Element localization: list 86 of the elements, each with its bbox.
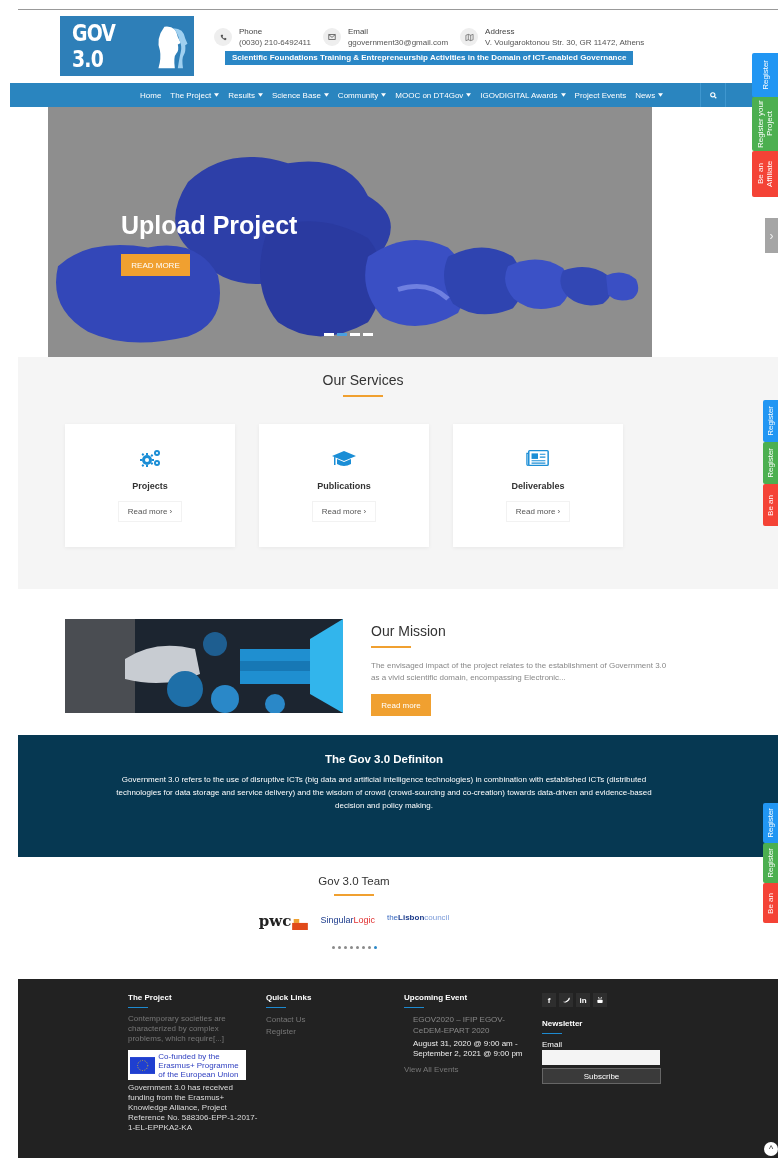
footer-heading: Upcoming Event	[404, 993, 468, 1002]
caret-icon	[323, 93, 329, 97]
logo[interactable]: GOV 3.0	[60, 16, 194, 76]
view-all-events-link[interactable]: View All Events	[404, 1065, 459, 1074]
contact-value: V. Voulgaroktonou Str. 30, GR 11472, Athens	[485, 38, 645, 47]
caret-icon	[466, 93, 472, 97]
subscribe-button[interactable]: Subscribe	[542, 1068, 661, 1084]
nav-item[interactable]: Results	[228, 90, 263, 100]
read-more-button[interactable]: READ MORE	[121, 254, 190, 276]
footer-heading: Quick Links	[266, 993, 312, 1002]
project-text: Contemporary societies are characterized by complex problems, which require[...]	[128, 1014, 227, 1044]
caret-icon	[257, 93, 263, 97]
contact-label: Address	[485, 27, 516, 36]
carousel-dot[interactable]	[349, 946, 353, 949]
carousel-dot[interactable]	[361, 946, 365, 949]
mission-text: The envisaged impact of the project relates to the establishment of Government 3.0 as a vivid scientific domain, encompassing Electronic...	[371, 660, 668, 684]
caret-icon	[658, 93, 664, 97]
section-title: Our Services	[322, 372, 404, 388]
read-more-button[interactable]: Read more	[371, 694, 431, 716]
section-title: Gov 3.0 Team	[318, 875, 390, 887]
read-more-link[interactable]: Read more ›	[505, 501, 571, 522]
partner-logo[interactable]: theLisboncouncil	[386, 913, 450, 922]
nav-item[interactable]: Science Base	[271, 90, 329, 100]
carousel-dot[interactable]	[337, 946, 341, 949]
caret-icon	[560, 93, 566, 97]
carousel-dot[interactable]	[331, 946, 335, 949]
gears-icon	[138, 448, 162, 468]
eu-logo: Co-funded by the Erasmus+ Programme of the European Union	[128, 1050, 246, 1080]
newspaper-icon	[526, 448, 550, 468]
side-tab[interactable]: Register	[763, 843, 778, 883]
slider-next-button[interactable]: ›	[765, 218, 778, 253]
card-title: Publications	[317, 481, 371, 491]
contact-value: ggovernment30@gmail.com	[347, 38, 449, 47]
card-title: Deliverables	[511, 481, 565, 491]
definition-text: Government 3.0 refers to the use of disruptive ICTs (big data and artificial intelligence technologies) in combination with established ICTs (distributed technologies for data storage and service delivery) and the wisdom of crowd (crowd-sourcing and co-creation) towards data-driven and evidence-based decision and policy making.	[115, 774, 653, 812]
carousel-dot[interactable]	[367, 946, 371, 949]
read-more-link[interactable]: Read more ›	[311, 501, 377, 522]
graduation-cap-icon	[331, 448, 357, 468]
nav-item[interactable]: News	[635, 90, 664, 100]
social-button[interactable]: in	[576, 993, 590, 1007]
email-input[interactable]	[542, 1050, 660, 1065]
side-tab[interactable]: Register	[763, 400, 778, 442]
caret-icon	[381, 93, 387, 97]
carousel-dot[interactable]	[355, 946, 359, 949]
partner-logo[interactable]: pwc	[258, 912, 309, 930]
card-title: Projects	[132, 481, 168, 491]
side-tab[interactable]: Register	[752, 53, 778, 97]
section-title: Our Mission	[371, 623, 446, 639]
phone-icon	[214, 28, 232, 46]
funding-text: Government 3.0 has received funding from the Erasmus+ Knowledge Alliance, Project Reference No. 588306-EPP-1-2017-1-EL-EPPKA2-KA	[128, 1083, 258, 1133]
side-tab[interactable]: Register	[763, 442, 778, 484]
footer-link[interactable]: Register	[266, 1026, 296, 1038]
contact-label: Email	[347, 27, 369, 36]
side-tab[interactable]: Be an Affiliate	[752, 151, 778, 197]
footer-heading: Newsletter	[542, 1019, 583, 1028]
carousel-dot[interactable]	[373, 946, 377, 949]
side-tab[interactable]: Be an	[763, 883, 778, 923]
envelope-icon	[322, 28, 341, 46]
social-button[interactable]: f	[542, 993, 556, 1007]
carousel-dot[interactable]	[343, 946, 347, 949]
tube-icon[interactable]	[593, 993, 607, 1007]
bird-icon[interactable]	[559, 993, 573, 1007]
caret-icon	[214, 93, 220, 97]
search-icon[interactable]	[700, 83, 726, 107]
field-label: Email	[542, 1040, 562, 1049]
map-icon	[460, 28, 479, 46]
tagline-banner: Scientific Foundations Training & Entrepreneurship Activities in the Domain of ICT-enabled Governance	[225, 51, 634, 65]
nav-item[interactable]: IGOvDIGITAL Awards	[480, 90, 566, 100]
read-more-link[interactable]: Read more ›	[117, 501, 183, 522]
side-tab[interactable]: Be an	[763, 484, 778, 526]
nav-item[interactable]: Community	[337, 90, 387, 100]
logo-text: GOV 3.0	[72, 20, 117, 72]
section-title: The Gov 3.0 Definiton	[324, 753, 444, 765]
nav-item[interactable]: Home	[140, 90, 162, 100]
event-link[interactable]: EGOV2020 – IFIP EGOV-CeDEM-EPART 2020	[413, 1014, 528, 1036]
nav-item[interactable]: MOOC on DT4Gov	[395, 90, 472, 100]
partner-logo[interactable]: SingularLogic	[320, 915, 375, 925]
event-date: August 31, 2020 @ 9:00 am - September 2, 2021 @ 9:00 pm	[413, 1039, 524, 1059]
side-tab[interactable]: Register	[763, 803, 778, 843]
footer-heading: The Project	[128, 993, 172, 1002]
side-tab[interactable]: Register your Project	[752, 97, 778, 151]
contact-label: Phone	[239, 27, 264, 36]
contact-value: (0030) 210-6492411	[239, 38, 311, 47]
nav-item[interactable]: Project Events	[574, 90, 627, 100]
nav-item[interactable]: The Project	[170, 90, 220, 100]
footer-link[interactable]: Contact Us	[266, 1014, 306, 1026]
